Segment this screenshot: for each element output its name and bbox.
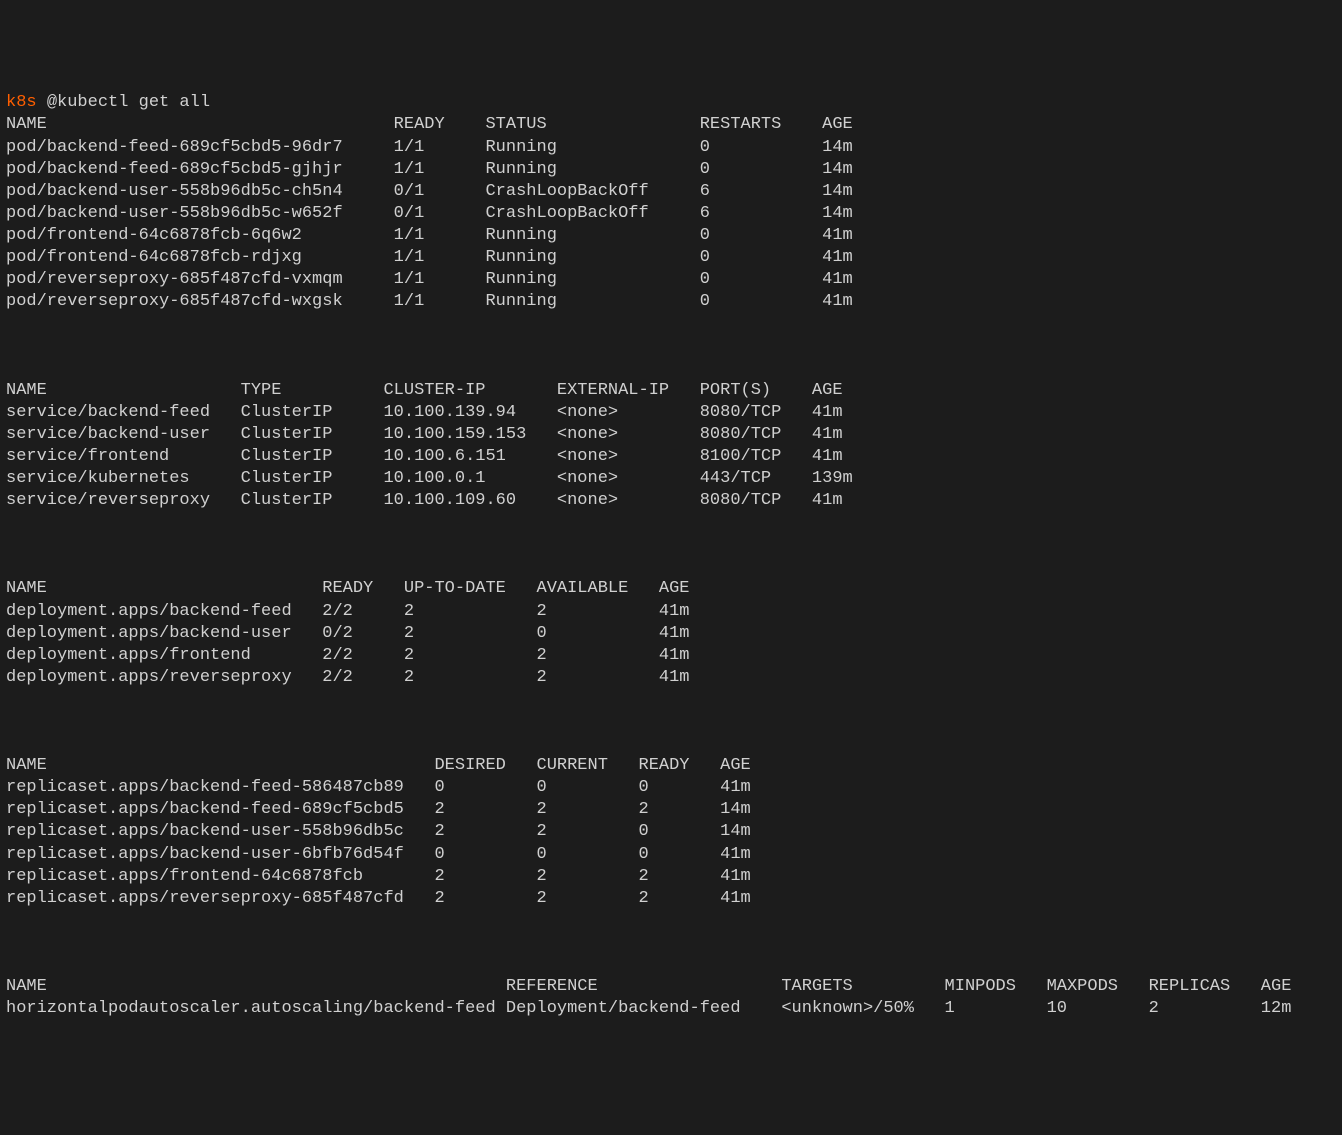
pod-row: pod/reverseproxy-685f487cfd-vxmqm 1/1 Ru… (6, 270, 883, 289)
pod-row: pod/backend-user-558b96db5c-w652f 0/1 Cr… (6, 204, 883, 223)
pod-row: pod/backend-feed-689cf5cbd5-gjhjr 1/1 Ru… (6, 160, 883, 179)
replicaset-row: replicaset.apps/backend-user-558b96db5c … (6, 822, 781, 841)
table-header: NAME REFERENCE TARGETS MINPODS MAXPODS R… (6, 977, 1312, 996)
terminal-output[interactable]: k8s @kubectl get all NAME READY STATUS R… (6, 92, 1336, 1020)
service-row: service/backend-user ClusterIP 10.100.15… (6, 425, 873, 444)
replicaset-row: replicaset.apps/backend-feed-586487cb89 … (6, 778, 781, 797)
replicaset-row: replicaset.apps/backend-feed-689cf5cbd5 … (6, 800, 781, 819)
command-text: kubectl get all (57, 93, 210, 112)
hpa-section: NAME REFERENCE TARGETS MINPODS MAXPODS R… (6, 976, 1336, 1020)
service-row: service/frontend ClusterIP 10.100.6.151 … (6, 447, 873, 466)
services-section: NAME TYPE CLUSTER-IP EXTERNAL-IP PORT(S)… (6, 380, 1336, 513)
deployment-row: deployment.apps/backend-user 0/2 2 0 41m (6, 624, 720, 643)
table-header: NAME READY UP-TO-DATE AVAILABLE AGE (6, 579, 720, 598)
hpa-row: horizontalpodautoscaler.autoscaling/back… (6, 999, 1312, 1018)
deployment-row: deployment.apps/backend-feed 2/2 2 2 41m (6, 602, 720, 621)
service-row: service/backend-feed ClusterIP 10.100.13… (6, 403, 873, 422)
blank-line (6, 534, 1336, 556)
blank-line (6, 711, 1336, 733)
replicaset-row: replicaset.apps/backend-user-6bfb76d54f … (6, 845, 781, 864)
service-row: service/reverseproxy ClusterIP 10.100.10… (6, 491, 873, 510)
blank-line (6, 335, 1336, 357)
prompt-context: k8s (6, 93, 37, 112)
pods-section: NAME READY STATUS RESTARTS AGE pod/backe… (6, 114, 1336, 313)
pod-row: pod/backend-user-558b96db5c-ch5n4 0/1 Cr… (6, 182, 883, 201)
deployment-row: deployment.apps/frontend 2/2 2 2 41m (6, 646, 720, 665)
pod-row: pod/frontend-64c6878fcb-rdjxg 1/1 Runnin… (6, 248, 883, 267)
deployments-section: NAME READY UP-TO-DATE AVAILABLE AGE depl… (6, 578, 1336, 688)
replicaset-row: replicaset.apps/frontend-64c6878fcb 2 2 … (6, 867, 781, 886)
blank-line (6, 932, 1336, 954)
replicaset-row: replicaset.apps/reverseproxy-685f487cfd … (6, 889, 781, 908)
prompt-symbol: @ (47, 93, 57, 112)
table-header: NAME TYPE CLUSTER-IP EXTERNAL-IP PORT(S)… (6, 381, 873, 400)
service-row: service/kubernetes ClusterIP 10.100.0.1 … (6, 469, 873, 488)
pod-row: pod/reverseproxy-685f487cfd-wxgsk 1/1 Ru… (6, 292, 883, 311)
table-header: NAME READY STATUS RESTARTS AGE (6, 115, 883, 134)
replicasets-section: NAME DESIRED CURRENT READY AGE replicase… (6, 755, 1336, 910)
prompt-line: k8s @kubectl get all (6, 93, 210, 112)
deployment-row: deployment.apps/reverseproxy 2/2 2 2 41m (6, 668, 720, 687)
pod-row: pod/backend-feed-689cf5cbd5-96dr7 1/1 Ru… (6, 138, 883, 157)
pod-row: pod/frontend-64c6878fcb-6q6w2 1/1 Runnin… (6, 226, 883, 245)
